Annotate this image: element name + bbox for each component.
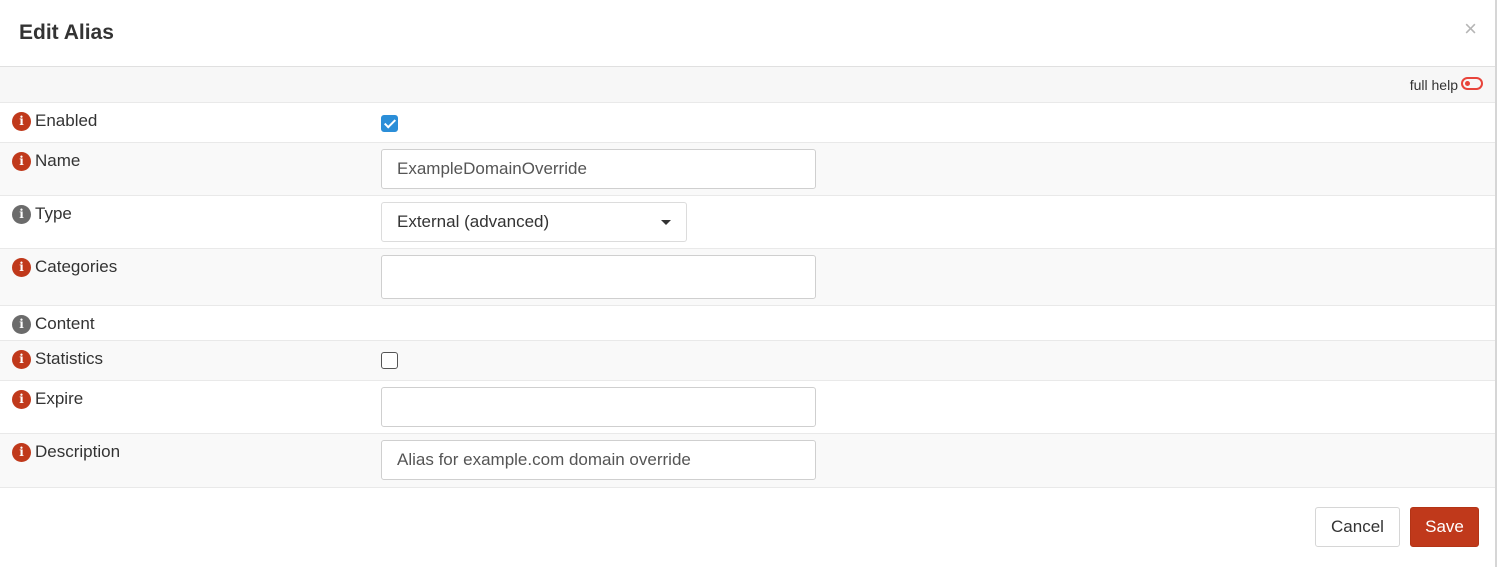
label-text: Description: [35, 442, 121, 461]
help-bar: full help: [0, 67, 1495, 103]
info-icon[interactable]: i: [12, 111, 31, 131]
label-text: Statistics: [35, 349, 104, 368]
close-icon[interactable]: ×: [1464, 18, 1477, 40]
form-row-expire: i Expire: [0, 381, 1495, 434]
form-row-name: i Name ExampleDomainOverride: [0, 143, 1495, 196]
expire-input[interactable]: [381, 387, 816, 427]
label-text: Categories: [35, 257, 118, 276]
form-row-enabled: i Enabled: [0, 103, 1495, 143]
dialog-title: Edit Alias: [19, 21, 114, 44]
field-label-content: i Content: [12, 314, 95, 334]
statistics-checkbox[interactable]: [381, 352, 398, 369]
info-icon[interactable]: i: [12, 151, 31, 171]
label-text: Enabled: [35, 111, 98, 130]
form-row-categories: i Categories: [0, 249, 1495, 306]
categories-input[interactable]: [381, 255, 816, 299]
field-label-description: i Description: [12, 442, 120, 462]
info-icon[interactable]: i: [12, 314, 31, 334]
field-label-enabled: i Enabled: [12, 111, 97, 131]
form-row-statistics: i Statistics: [0, 341, 1495, 381]
field-label-expire: i Expire: [12, 389, 83, 409]
field-label-categories: i Categories: [12, 257, 117, 277]
save-button[interactable]: Save: [1410, 507, 1479, 547]
label-text: Type: [35, 204, 72, 223]
label-text: Name: [35, 151, 81, 170]
info-icon[interactable]: i: [12, 389, 31, 409]
type-select[interactable]: External (advanced): [381, 202, 687, 242]
info-icon[interactable]: i: [12, 442, 31, 462]
form-row-type: i Type External (advanced): [0, 196, 1495, 249]
dialog-footer: Cancel Save: [0, 489, 1495, 567]
field-label-name: i Name: [12, 151, 80, 171]
enabled-checkbox[interactable]: [381, 115, 398, 132]
field-label-statistics: i Statistics: [12, 349, 103, 369]
info-icon[interactable]: i: [12, 204, 31, 224]
full-help-label: full help: [1409, 77, 1458, 93]
form-row-content: i Content: [0, 306, 1495, 341]
dialog-header: Edit Alias ×: [0, 0, 1495, 67]
cancel-button[interactable]: Cancel: [1315, 507, 1400, 547]
edit-alias-dialog: Edit Alias × full help i Enabled i Name …: [0, 0, 1497, 567]
info-icon[interactable]: i: [12, 257, 31, 277]
toggle-off-icon: [1461, 76, 1483, 90]
form-row-description: i Description Alias for example.com doma…: [0, 434, 1495, 488]
field-label-type: i Type: [12, 204, 72, 224]
chevron-down-icon: [661, 219, 671, 225]
info-icon[interactable]: i: [12, 349, 31, 369]
full-help-toggle[interactable]: full help: [1409, 76, 1483, 93]
name-input[interactable]: ExampleDomainOverride: [381, 149, 816, 189]
description-input[interactable]: Alias for example.com domain override: [381, 440, 816, 480]
label-text: Expire: [35, 389, 84, 408]
type-select-value: External (advanced): [397, 212, 550, 231]
label-text: Content: [35, 314, 95, 333]
